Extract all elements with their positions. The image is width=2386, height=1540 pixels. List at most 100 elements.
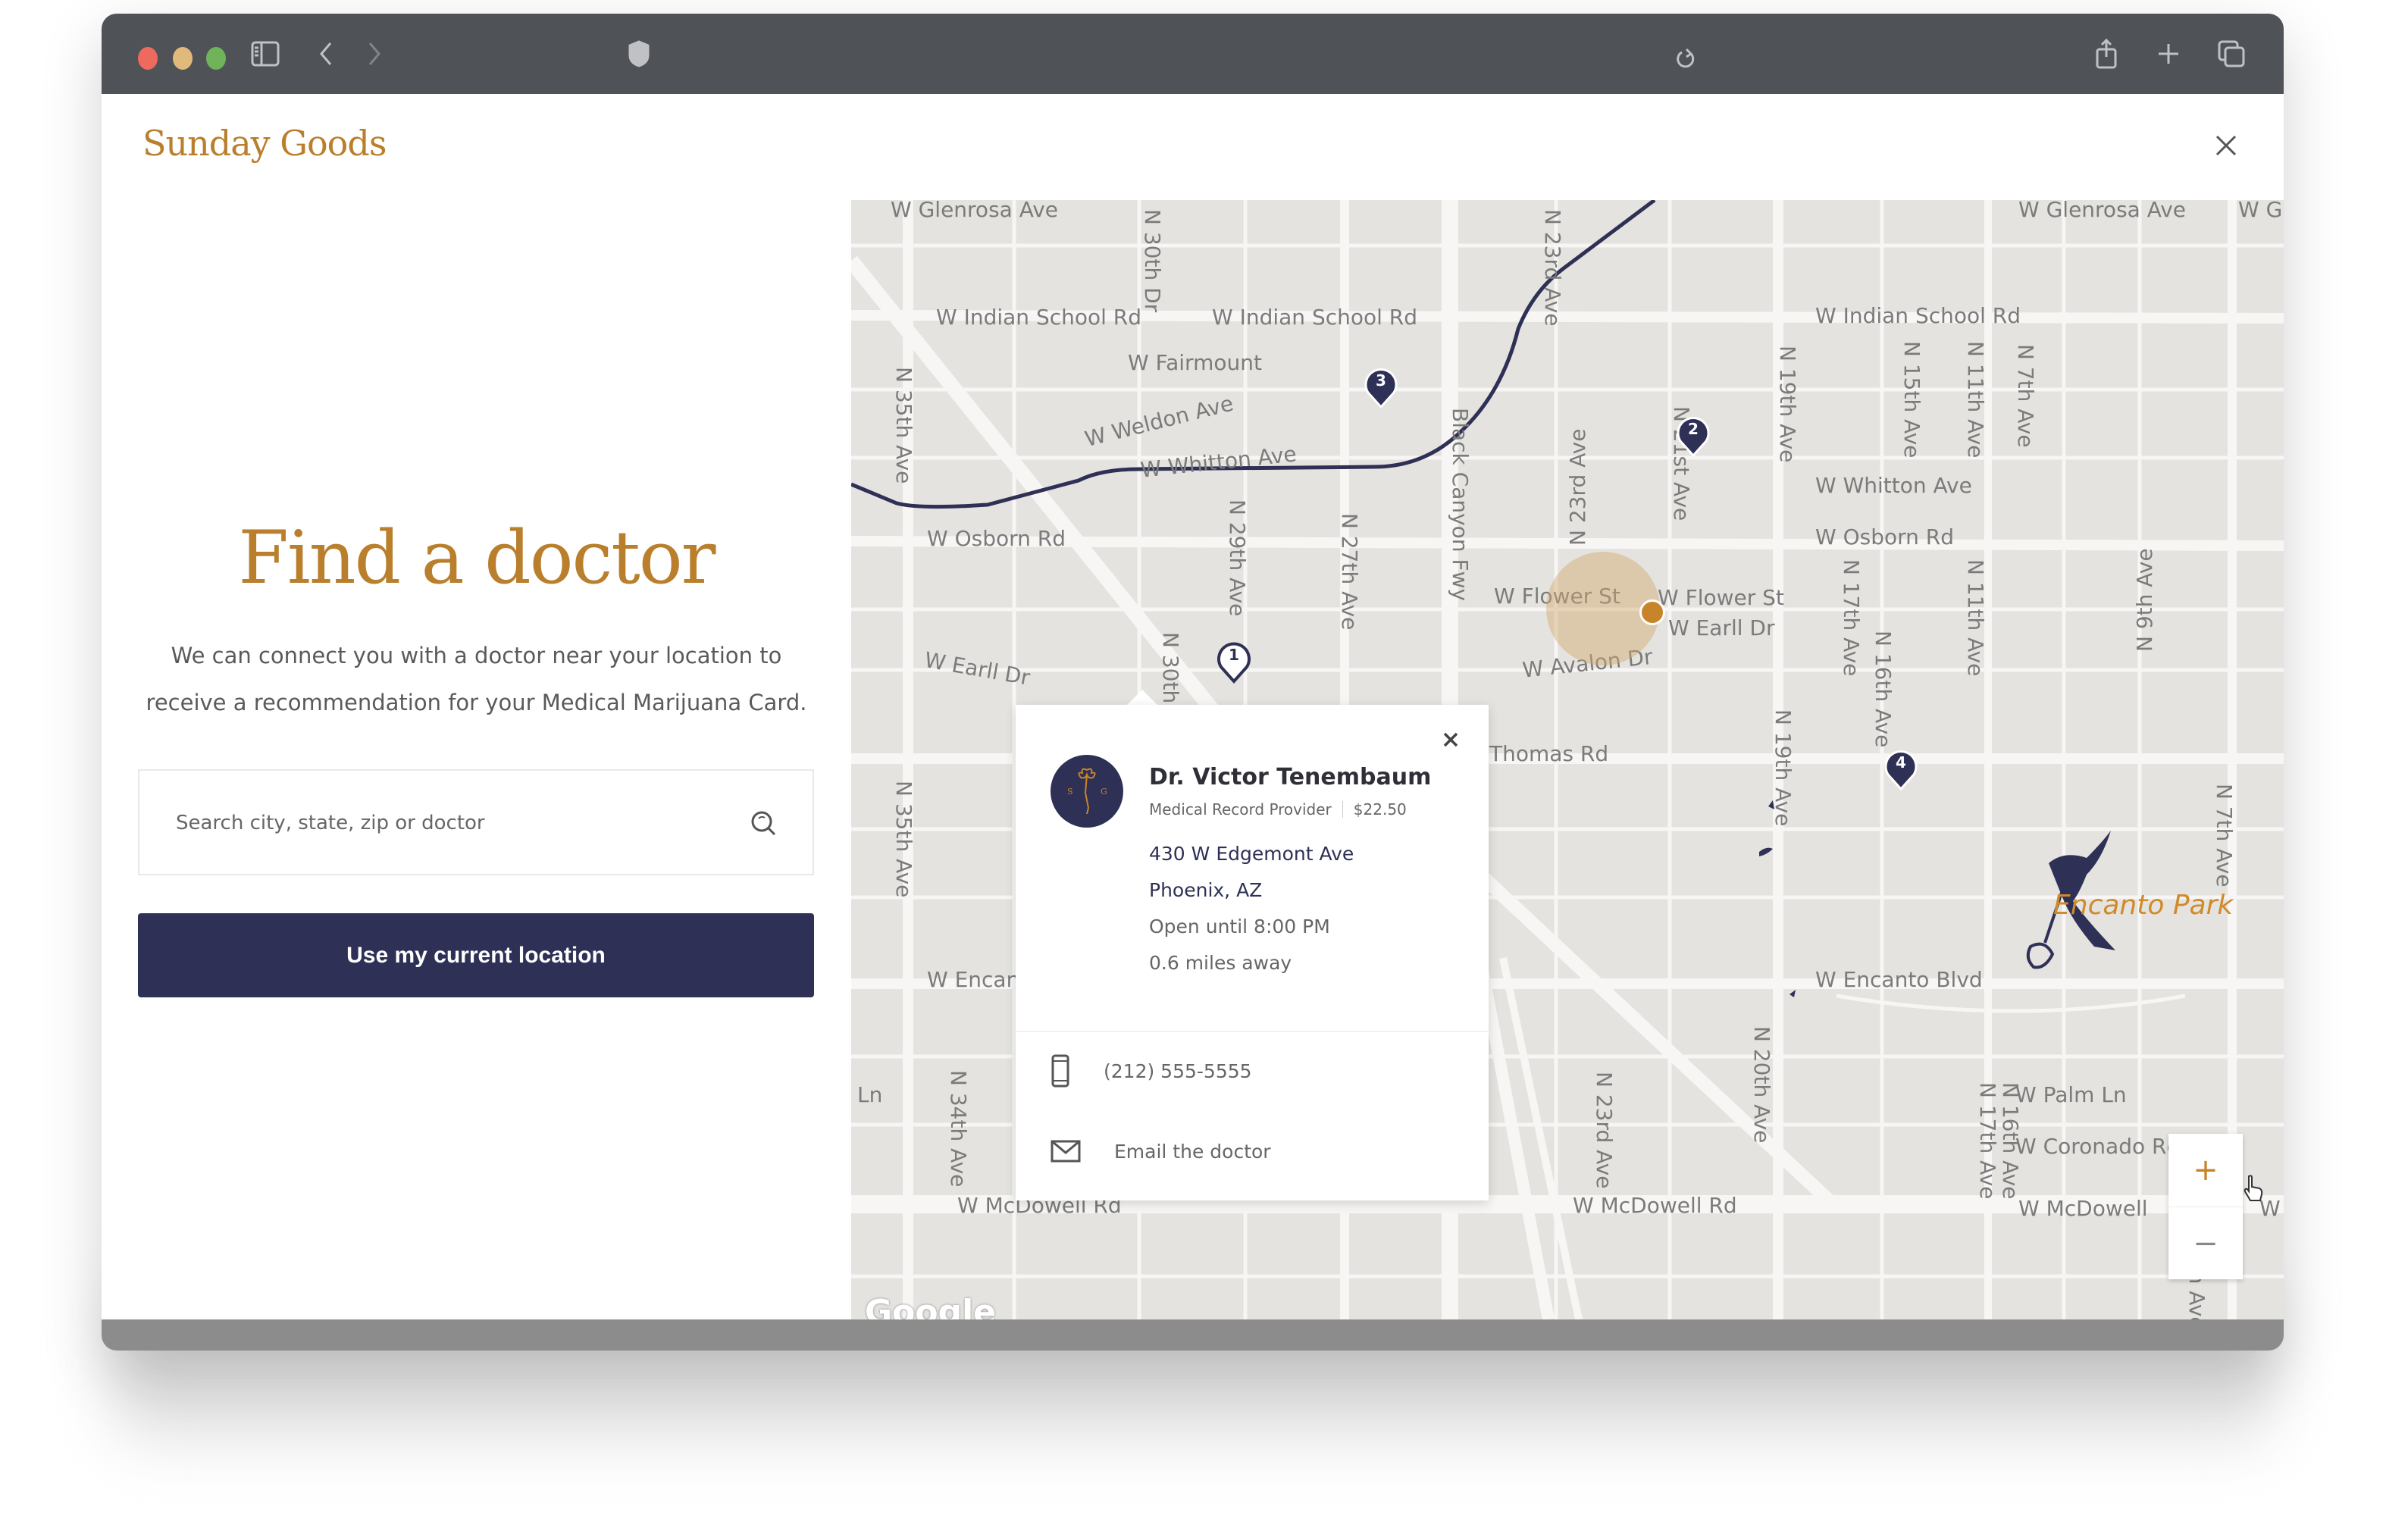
doctor-hours: Open until 8:00 PM: [1149, 916, 1330, 937]
doctor-address-line1: 430 W Edgemont Ave: [1149, 843, 1354, 865]
back-icon[interactable]: [317, 36, 335, 71]
street-label: W Coronado Rd: [2015, 1134, 2181, 1159]
street-label: N 11th Ave: [1963, 559, 1988, 677]
street-label: N 23rd Ave: [1540, 209, 1565, 327]
street-label: W Osborn Rd: [927, 526, 1066, 551]
street-label: W Encan: [927, 967, 1020, 992]
map-marker-3[interactable]: 3: [1364, 365, 1398, 409]
street-label: W Gle: [2238, 200, 2284, 222]
email-row[interactable]: Email the doctor: [1051, 1140, 1271, 1163]
map[interactable]: W Glenrosa Ave W Indian School Rd W Indi…: [851, 200, 2284, 1319]
street-label: W Encanto Blvd: [1815, 967, 1983, 992]
doctor-info-popup: S G Dr. Victor Tenembaum Medical Record …: [1016, 705, 1489, 1200]
marker-label: 2: [1688, 420, 1699, 438]
doctor-meta: Medical Record Provider $22.50: [1149, 800, 1407, 819]
street-label: N 7th Ave: [2013, 344, 2038, 448]
share-icon[interactable]: [2093, 36, 2119, 71]
forward-icon[interactable]: [365, 36, 384, 71]
zoom-in-button[interactable]: +: [2168, 1134, 2243, 1207]
current-location-dot: [1639, 599, 1665, 625]
street-label: W Indian School Rd: [936, 305, 1142, 330]
street-label: W Whitton Ave: [1815, 473, 1972, 498]
map-marker-1[interactable]: 1: [1216, 640, 1251, 684]
street-label: W Osborn Rd: [1815, 524, 1955, 549]
close-window-button[interactable]: [138, 47, 158, 70]
search-icon[interactable]: [749, 809, 778, 837]
tabs-overview-icon[interactable]: [2216, 36, 2247, 71]
zoom-window-button[interactable]: [206, 47, 226, 70]
street-label: N 19th Ave: [1775, 346, 1800, 463]
street-label: N 27th Ave: [1337, 513, 1362, 631]
brand-logo[interactable]: Sunday Goods: [142, 123, 387, 164]
street-label: W Indian School Rd: [1212, 305, 1418, 330]
privacy-shield-icon[interactable]: [628, 36, 650, 71]
street-label: W McDowell: [2018, 1196, 2148, 1221]
window-bottom-bar: [102, 1319, 2284, 1351]
phone-number[interactable]: (212) 555-5555: [1104, 1060, 1252, 1082]
map-marker-4[interactable]: 4: [1883, 747, 1918, 791]
street-label: N 30th Dr: [1140, 209, 1165, 313]
reload-icon[interactable]: [1675, 41, 1696, 76]
use-current-location-button[interactable]: Use my current location: [138, 913, 814, 997]
page-title: Find a doctor: [238, 515, 715, 600]
sidebar-icon[interactable]: [250, 36, 280, 71]
street-label: Thomas Rd: [1489, 741, 1609, 766]
marker-label: 3: [1376, 371, 1386, 390]
street-label: N 17th Ave: [1975, 1082, 2000, 1200]
street-label: N 35th Ave: [891, 781, 916, 898]
phone-icon: [1051, 1054, 1069, 1088]
search-input[interactable]: [174, 771, 738, 875]
street-label: W Flower St: [1658, 585, 1784, 610]
street-label: N 15th Ave: [1899, 341, 1924, 459]
street-label: N 7th Ave: [2212, 784, 2237, 887]
popup-pointer: [1126, 690, 1159, 706]
map-zoom-control: + −: [2168, 1134, 2243, 1279]
street-label: N 34th Ave: [946, 1070, 971, 1188]
doctor-name: Dr. Victor Tenembaum: [1149, 764, 1432, 790]
street-label: N 9th Ave: [2132, 548, 2157, 652]
zoom-out-button[interactable]: −: [2168, 1207, 2243, 1280]
street-label: W Palm Ln: [2015, 1082, 2127, 1107]
street-label: N 23rd Ave: [1592, 1072, 1617, 1189]
sunday-goods-logo-icon: S G: [1067, 768, 1107, 815]
pointer-cursor-icon: [2243, 1173, 2265, 1210]
street-label: Black Canyon Fwy: [1448, 408, 1473, 602]
street-label: W Glenrosa Ave: [891, 200, 1059, 222]
doctor-price: $22.50: [1353, 800, 1407, 819]
doctor-address-line2: Phoenix, AZ: [1149, 879, 1263, 901]
map-marker-2[interactable]: 2: [1676, 414, 1711, 458]
street-label: N 30th: [1158, 632, 1183, 704]
street-label: N 16th Ave: [1871, 631, 1896, 748]
street-label: N 11th Ave: [1963, 341, 1988, 459]
street-label: N 23rd Ave: [1565, 428, 1590, 546]
site-header: Sunday Goods: [102, 94, 2284, 202]
new-tab-icon[interactable]: [2156, 36, 2181, 71]
street-label: W Fairmount: [1128, 350, 1262, 375]
phone-row[interactable]: (212) 555-5555: [1051, 1053, 1252, 1088]
page-description: We can connect you with a doctor near yo…: [146, 643, 807, 715]
street-label: N 20th Ave: [1749, 1026, 1774, 1144]
popup-divider: [1016, 1031, 1489, 1032]
doctor-distance: 0.6 miles away: [1149, 952, 1292, 974]
street-label: N 35th Ave: [891, 367, 916, 484]
find-doctor-panel: Find a doctor We can connect you with a …: [102, 200, 851, 1319]
meta-divider: [1342, 801, 1343, 818]
minimize-window-button[interactable]: [173, 47, 193, 70]
street-label: N 17th Ave: [1839, 559, 1864, 677]
svg-text:G: G: [1101, 787, 1107, 797]
street-label: W Earll Dr: [1668, 615, 1775, 640]
street-label: N 16th Ave: [1998, 1082, 2023, 1200]
street-label: W McDowell Rd: [1573, 1193, 1737, 1218]
browser-toolbar: [102, 14, 2284, 94]
email-doctor-link[interactable]: Email the doctor: [1114, 1141, 1271, 1163]
google-attribution: Google: [865, 1293, 996, 1319]
street-label: Ln: [857, 1082, 883, 1107]
street-label: N 29th Ave: [1225, 499, 1250, 617]
close-icon[interactable]: [2211, 130, 2241, 161]
email-icon: [1051, 1140, 1081, 1163]
park-label: Encanto Park: [2053, 890, 2234, 921]
street-label: N 19th Ave: [1771, 709, 1796, 827]
close-popup-icon[interactable]: [1442, 731, 1460, 749]
street-label: W Glenrosa Ave: [2018, 200, 2187, 222]
marker-label: 4: [1896, 753, 1906, 772]
